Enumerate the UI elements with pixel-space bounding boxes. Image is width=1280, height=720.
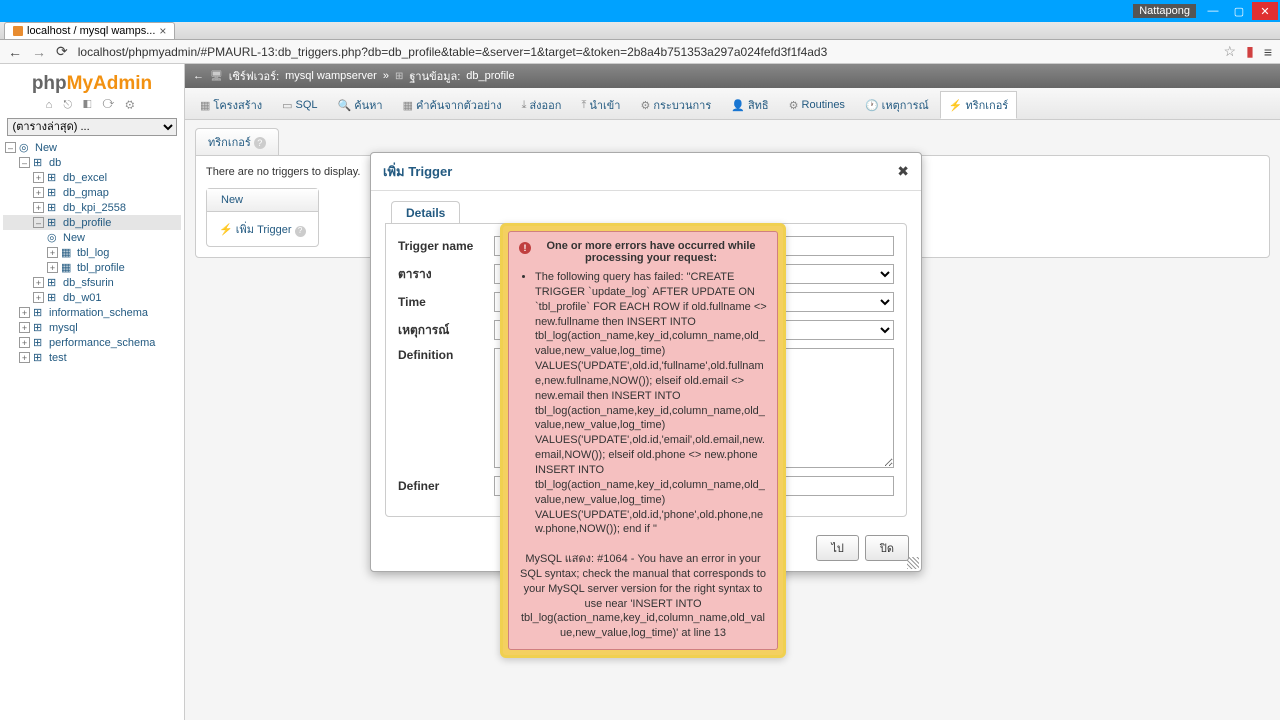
tree-test[interactable]: +⊞test — [3, 350, 181, 365]
recent-tables-select[interactable]: (ตารางล่าสุด) ... — [7, 118, 178, 136]
tab-close-icon[interactable]: × — [159, 24, 166, 38]
error-icon: ! — [519, 242, 531, 254]
tree-db-gmap[interactable]: +⊞db_gmap — [3, 185, 181, 200]
forward-button[interactable]: → — [32, 44, 46, 60]
label-time: Time — [398, 295, 494, 309]
tab-structure[interactable]: ▦โครงสร้าง — [191, 91, 271, 119]
sidebar-toolbar[interactable]: ⌂ ⎋ ◧ ⟳ ⚙ — [3, 97, 181, 118]
db-tree: –◎New –⊞db +⊞db_excel +⊞db_gmap +⊞db_kpi… — [3, 140, 181, 365]
tree-new[interactable]: –◎New — [3, 140, 181, 155]
bc-server[interactable]: mysql wampserver — [285, 70, 377, 82]
bc-sep: » — [383, 70, 389, 82]
extension-icon[interactable]: ▮ — [1246, 43, 1254, 60]
label-trigger-name: Trigger name — [398, 239, 494, 253]
error-title: One or more errors have occurred while p… — [535, 240, 767, 264]
minimize-button[interactable]: — — [1200, 2, 1226, 20]
back-button[interactable]: ← — [8, 44, 22, 60]
details-tab[interactable]: Details — [391, 201, 460, 224]
resize-handle[interactable] — [907, 557, 919, 569]
bc-server-label: เซิร์ฟเวอร์: — [229, 67, 279, 85]
reload-button[interactable]: ⟳ — [56, 43, 68, 60]
url-text[interactable]: localhost/phpmyadmin/#PMAURL-13:db_trigg… — [78, 45, 1214, 59]
close-button[interactable]: ✕ — [1252, 2, 1278, 20]
window-titlebar: Nattapong — ▢ ✕ — [0, 0, 1280, 22]
tab-events[interactable]: 🕐เหตุการณ์ — [856, 91, 938, 119]
tree-perf-schema[interactable]: +⊞performance_schema — [3, 335, 181, 350]
tree-db-sfsurin[interactable]: +⊞db_sfsurin — [3, 275, 181, 290]
tree-mysql[interactable]: +⊞mysql — [3, 320, 181, 335]
tab-sql[interactable]: ▭SQL — [273, 91, 326, 119]
tab-title: localhost / mysql wamps... — [27, 25, 155, 37]
tree-db-w01[interactable]: +⊞db_w01 — [3, 290, 181, 305]
breadcrumb: ← 🖥 เซิร์ฟเวอร์: mysql wampserver » ⊞ ฐา… — [185, 64, 1280, 88]
maximize-button[interactable]: ▢ — [1226, 2, 1252, 20]
tree-db[interactable]: –⊞db — [3, 155, 181, 170]
tab-privileges[interactable]: 👤สิทธิ — [722, 91, 777, 119]
tree-db-excel[interactable]: +⊞db_excel — [3, 170, 181, 185]
label-definition: Definition — [398, 348, 494, 362]
add-trigger-link[interactable]: ⚡ เพิ่ม Trigger ? — [207, 212, 318, 246]
label-event: เหตุการณ์ — [398, 321, 494, 340]
error-mysql: MySQL แสดง: #1064 - You have an error in… — [519, 552, 767, 641]
new-header: New — [207, 189, 318, 212]
tree-db-profile[interactable]: –⊞db_profile — [3, 215, 181, 230]
browser-tab-bar: localhost / mysql wamps... × — [0, 22, 1280, 40]
browser-tab[interactable]: localhost / mysql wamps... × — [4, 22, 175, 39]
sub-tab-triggers[interactable]: ทริกเกอร์? — [195, 128, 279, 155]
window-user: Nattapong — [1133, 4, 1196, 18]
error-query: The following query has failed: "CREATE … — [535, 270, 767, 537]
tab-routines[interactable]: ⚙Routines — [780, 91, 854, 119]
favicon-icon — [13, 26, 23, 36]
modal-title: เพิ่ม Trigger — [383, 161, 452, 182]
server-icon: 🖥 — [210, 71, 223, 82]
tab-search[interactable]: 🔍ค้นหา — [329, 91, 392, 119]
tree-db-kpi[interactable]: +⊞db_kpi_2558 — [3, 200, 181, 215]
star-icon[interactable]: ☆ — [1224, 43, 1237, 60]
tree-profile-new[interactable]: ◎New — [3, 230, 181, 245]
database-icon: ⊞ — [395, 71, 403, 82]
tree-tbl-log[interactable]: +▦tbl_log — [3, 245, 181, 260]
label-table: ตาราง — [398, 265, 494, 284]
menu-icon[interactable]: ≡ — [1264, 44, 1272, 60]
bc-db[interactable]: db_profile — [466, 70, 514, 82]
tab-operations[interactable]: ⚙กระบวนการ — [631, 91, 720, 119]
new-panel: New ⚡ เพิ่ม Trigger ? — [206, 188, 319, 247]
tree-tbl-profile[interactable]: +▦tbl_profile — [3, 260, 181, 275]
close-modal-button[interactable]: ปิด — [865, 535, 909, 561]
collapse-sidebar-button[interactable]: ← — [193, 70, 204, 82]
bc-db-label: ฐานข้อมูล: — [409, 67, 460, 85]
tab-triggers[interactable]: ⚡ทริกเกอร์ — [940, 91, 1017, 119]
tab-import[interactable]: ⤒นำเข้า — [572, 91, 629, 119]
error-popup: ! One or more errors have occurred while … — [500, 223, 786, 658]
nav-tabs: ▦โครงสร้าง ▭SQL 🔍ค้นหา ▦คำค้นจากตัวอย่าง… — [185, 88, 1280, 120]
modal-close-button[interactable]: ✖ — [897, 163, 909, 180]
help-icon[interactable]: ? — [254, 137, 266, 149]
go-button[interactable]: ไป — [816, 535, 859, 561]
logo: phpMyAdmin — [3, 69, 181, 97]
tab-query[interactable]: ▦คำค้นจากตัวอย่าง — [394, 91, 511, 119]
tab-export[interactable]: ⤓ส่งออก — [513, 91, 571, 119]
label-definer: Definer — [398, 479, 494, 493]
sidebar: phpMyAdmin ⌂ ⎋ ◧ ⟳ ⚙ (ตารางล่าสุด) ... –… — [0, 64, 185, 720]
url-bar: ← → ⟳ localhost/phpmyadmin/#PMAURL-13:db… — [0, 40, 1280, 64]
tree-info-schema[interactable]: +⊞information_schema — [3, 305, 181, 320]
